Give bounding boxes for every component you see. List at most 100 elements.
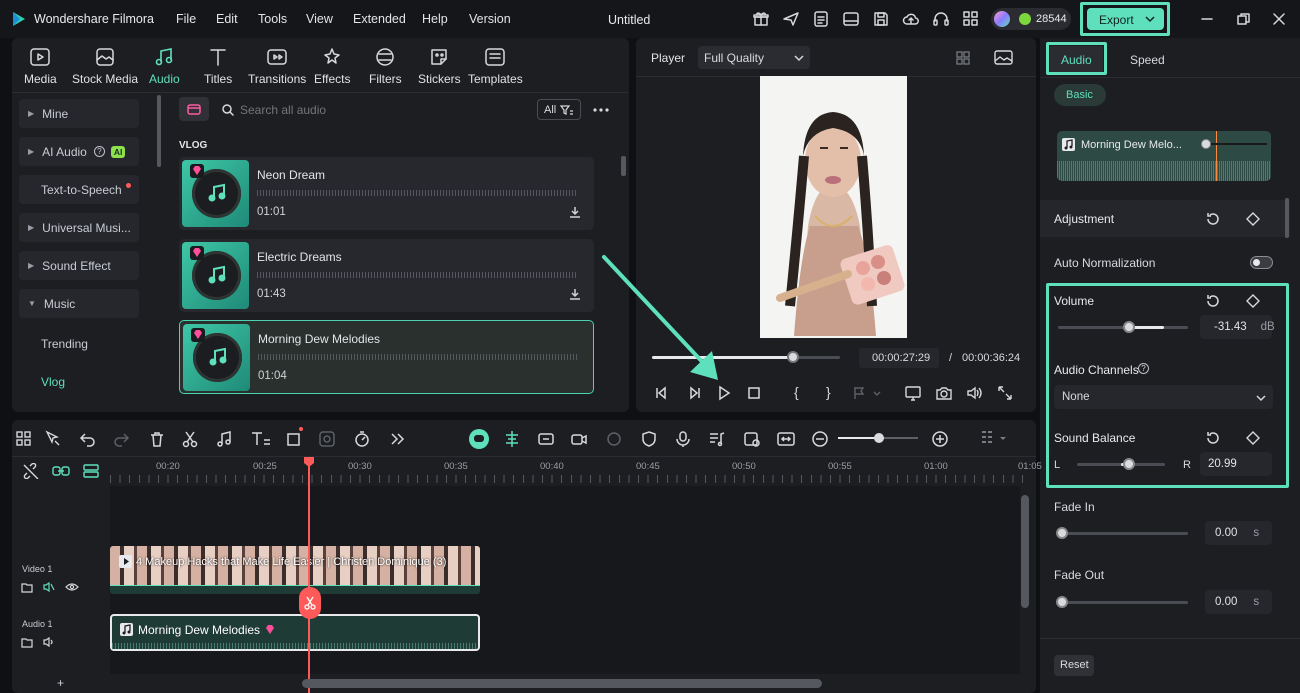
- next-frame-icon[interactable]: [686, 385, 702, 401]
- menu-help[interactable]: Help: [422, 12, 448, 26]
- image-icon[interactable]: [994, 49, 1014, 67]
- folder-lock-icon[interactable]: [21, 581, 33, 593]
- quality-dropdown[interactable]: Full Quality: [698, 46, 810, 69]
- image-replace-icon[interactable]: [743, 430, 761, 448]
- record-camera-icon[interactable]: [570, 430, 588, 448]
- split-scissors-icon[interactable]: [181, 430, 199, 448]
- timeline-vertical-scrollbar[interactable]: [1021, 495, 1029, 608]
- keyframe-diamond-icon[interactable]: [1245, 293, 1261, 309]
- reset-icon[interactable]: [1205, 293, 1221, 309]
- cloud-upload-icon[interactable]: [902, 10, 920, 28]
- sidebar-item-ai-audio[interactable]: ▶ AI Audio ? AI: [19, 137, 139, 166]
- basic-pill[interactable]: Basic: [1054, 84, 1106, 106]
- sidebar-item-mine[interactable]: ▶ Mine: [19, 99, 139, 128]
- play-icon[interactable]: [716, 385, 732, 401]
- download-icon[interactable]: [568, 205, 582, 219]
- category-stock-media[interactable]: Stock Media: [72, 46, 138, 86]
- minimize-icon[interactable]: [1198, 10, 1216, 28]
- sidebar-item-universal-music[interactable]: ▶ Universal Musi...: [19, 213, 139, 242]
- more-tools-icon[interactable]: [388, 430, 406, 448]
- mark-in-icon[interactable]: {: [794, 384, 799, 400]
- credits-pill[interactable]: 28544: [991, 8, 1071, 30]
- stop-icon[interactable]: [746, 385, 762, 401]
- track-height-icon[interactable]: [82, 463, 100, 479]
- sidebar-item-text-to-speech[interactable]: Text-to-Speech: [19, 175, 139, 204]
- fade-in-slider-handle[interactable]: [1056, 527, 1068, 539]
- send-icon[interactable]: [782, 10, 800, 28]
- keyframe-diamond-icon[interactable]: [1245, 211, 1261, 227]
- audio-channels-dropdown[interactable]: None: [1054, 385, 1273, 409]
- menu-version[interactable]: Version: [469, 12, 511, 26]
- close-icon[interactable]: [1270, 10, 1288, 28]
- fade-in-value-field[interactable]: 0.00 s: [1205, 521, 1272, 545]
- add-track-icon[interactable]: +: [57, 676, 64, 690]
- panel-scrollbar[interactable]: [1285, 198, 1289, 238]
- keyframe-diamond-icon[interactable]: [1245, 430, 1261, 446]
- search-input[interactable]: [240, 101, 520, 119]
- disabled-tool-icon[interactable]: [605, 430, 623, 448]
- link-tracks-icon[interactable]: [51, 463, 71, 479]
- category-filters[interactable]: Filters: [369, 46, 402, 86]
- undo-icon[interactable]: [79, 430, 97, 448]
- volume-icon[interactable]: [965, 384, 983, 402]
- fade-out-slider[interactable]: [1058, 601, 1188, 604]
- folder-lock-icon[interactable]: [21, 636, 33, 648]
- marker-icon[interactable]: [852, 385, 882, 401]
- sidebar-item-vlog[interactable]: Vlog: [41, 375, 65, 389]
- track-options-icon[interactable]: [980, 428, 1010, 450]
- display-icon[interactable]: [904, 384, 922, 402]
- eye-icon[interactable]: [65, 581, 79, 593]
- playhead-line[interactable]: [308, 465, 310, 693]
- redo-icon[interactable]: [112, 430, 130, 448]
- layout-icon[interactable]: [842, 10, 860, 28]
- speaker-icon[interactable]: [43, 636, 55, 648]
- category-media[interactable]: Media: [24, 46, 57, 86]
- fit-width-icon[interactable]: [776, 430, 796, 448]
- shield-icon[interactable]: [640, 430, 658, 448]
- zoom-slider[interactable]: [838, 433, 918, 443]
- sidebar-scrollbar[interactable]: [157, 95, 161, 167]
- reset-icon[interactable]: [1205, 430, 1221, 446]
- audio-edit-icon[interactable]: [215, 430, 233, 448]
- reset-icon[interactable]: [1205, 211, 1221, 227]
- volume-value-field[interactable]: -31.43 dB: [1200, 315, 1275, 339]
- split-handle[interactable]: [299, 587, 321, 619]
- grid-view-icon[interactable]: [956, 50, 976, 66]
- playback-progress[interactable]: [652, 351, 840, 363]
- menu-edit[interactable]: Edit: [216, 12, 238, 26]
- playback-handle[interactable]: [787, 351, 799, 363]
- tab-speed[interactable]: Speed: [1130, 53, 1165, 67]
- auto-normalization-toggle[interactable]: [1250, 256, 1273, 269]
- help-icon[interactable]: ?: [1138, 363, 1149, 374]
- audio-clip[interactable]: Morning Dew Melodies: [110, 614, 480, 651]
- mark-out-icon[interactable]: }: [826, 384, 831, 400]
- filter-dropdown[interactable]: All: [537, 99, 581, 120]
- magnet-snap-icon[interactable]: [502, 429, 522, 449]
- menu-file[interactable]: File: [176, 12, 196, 26]
- export-button[interactable]: Export: [1087, 8, 1164, 30]
- select-arrow-icon[interactable]: [44, 430, 62, 448]
- apps-icon[interactable]: [962, 10, 980, 28]
- document-icon[interactable]: [812, 10, 830, 28]
- sidebar-item-sound-effect[interactable]: ▶ Sound Effect: [19, 251, 139, 280]
- unlink-icon[interactable]: [22, 463, 40, 479]
- menu-extended[interactable]: Extended: [353, 12, 406, 26]
- ai-assistant-icon[interactable]: [469, 429, 489, 449]
- zoom-slider-handle[interactable]: [874, 433, 884, 443]
- track-card-electric-dreams[interactable]: Electric Dreams 01:43: [179, 239, 594, 312]
- track-card-neon-dream[interactable]: Neon Dream 01:01: [179, 157, 594, 230]
- category-titles[interactable]: Titles: [204, 46, 232, 86]
- previous-frame-icon[interactable]: [654, 385, 670, 401]
- category-stickers[interactable]: Stickers: [418, 46, 461, 86]
- menu-tools[interactable]: Tools: [258, 12, 287, 26]
- download-icon[interactable]: [568, 287, 582, 301]
- favorites-button[interactable]: [179, 97, 209, 121]
- adjustment-header[interactable]: Adjustment: [1040, 200, 1290, 237]
- timeline-ruler[interactable]: [110, 475, 1030, 483]
- video-clip[interactable]: 4 Makeup Hacks that Make Life Easier | C…: [110, 546, 480, 594]
- mute-icon[interactable]: [43, 581, 55, 593]
- gift-icon[interactable]: [752, 10, 770, 28]
- balance-slider-handle[interactable]: [1123, 458, 1135, 470]
- sidebar-item-trending[interactable]: Trending: [41, 337, 88, 351]
- category-transitions[interactable]: Transitions: [248, 46, 306, 86]
